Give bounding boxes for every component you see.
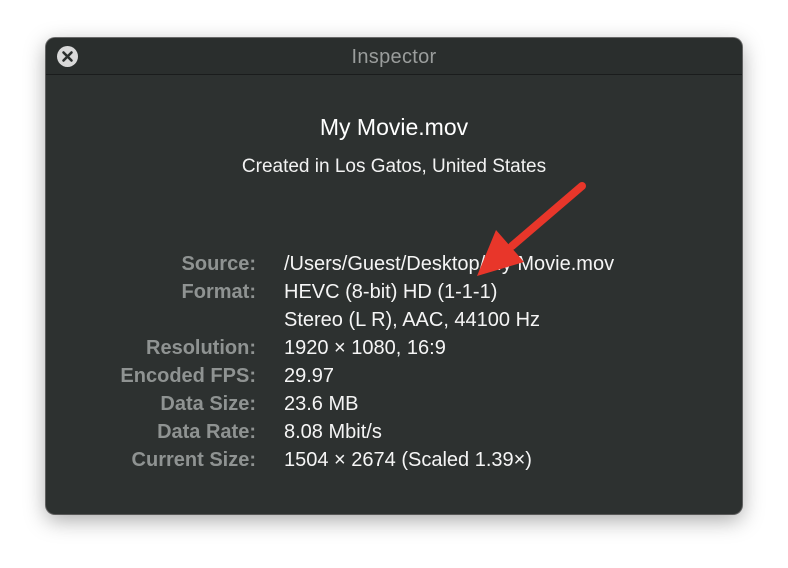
info-label: Current Size: (131, 449, 256, 471)
info-label: Data Rate: (157, 421, 256, 443)
info-label: Encoded FPS: (120, 365, 256, 387)
info-label: Resolution: (146, 337, 256, 359)
info-value: 1504 × 2674 (Scaled 1.39×) (284, 449, 532, 471)
info-label: Format: (181, 281, 256, 303)
info-row-current-size: Current Size: 1504 × 2674 (Scaled 1.39×) (46, 446, 742, 474)
info-value: 1920 × 1080, 16:9 (284, 337, 446, 359)
info-value: Stereo (L R), AAC, 44100 Hz (284, 309, 541, 331)
info-value: 29.97 (284, 365, 335, 387)
info-row-data-rate: Data Rate: 8.08 Mbit/s (46, 418, 742, 446)
title-bar[interactable]: Inspector (46, 38, 742, 75)
info-row-source: Source: /Users/Guest/Desktop/My Movie.mo… (46, 250, 742, 278)
info-row-format: Format: HEVC (8-bit) HD (1-1-1) (46, 278, 742, 306)
info-value: HEVC (8-bit) HD (1-1-1) (284, 281, 498, 303)
info-row-resolution: Resolution: 1920 × 1080, 16:9 (46, 334, 742, 362)
info-row-encoded-fps: Encoded FPS: 29.97 (46, 362, 742, 390)
info-row-data-size: Data Size: 23.6 MB (46, 390, 742, 418)
info-label: Data Size: (160, 393, 256, 415)
info-value: 8.08 Mbit/s (284, 421, 382, 443)
file-name: My Movie.mov (319, 114, 469, 140)
info-value: /Users/Guest/Desktop/My Movie.mov (284, 253, 615, 275)
window-title: Inspector (351, 46, 437, 68)
location-text: Created in Los Gatos, United States (241, 156, 547, 177)
info-value: 23.6 MB (284, 393, 359, 415)
info-label: Source: (181, 253, 256, 275)
inspector-window: Inspector My Movie.mov Created in Los Ga… (46, 38, 742, 514)
info-row-audio-format: Stereo (L R), AAC, 44100 Hz (46, 306, 742, 334)
info-table: Source: /Users/Guest/Desktop/My Movie.mo… (46, 250, 742, 474)
